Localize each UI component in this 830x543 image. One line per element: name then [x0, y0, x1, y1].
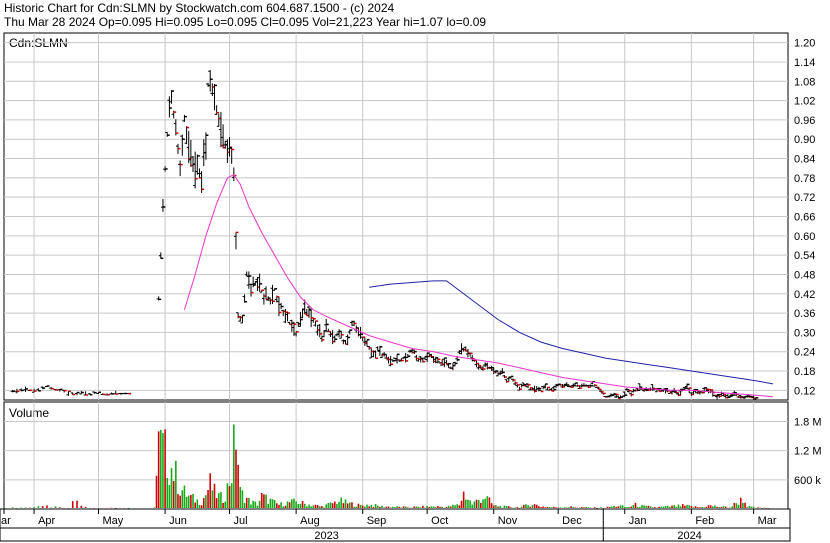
price-tick-label: 0.42 [794, 289, 815, 301]
x-axis-month-label: Apr [38, 515, 55, 527]
price-tick-label: 0.48 [794, 269, 815, 281]
price-tick-label: 0.12 [794, 385, 815, 397]
price-tick-label: 0.96 [794, 115, 815, 127]
price-tick-label: 0.66 [794, 212, 815, 224]
volume-tick-label: 600 k [794, 475, 821, 487]
x-axis-month-label: Feb [695, 515, 714, 527]
x-axis-month-label: Jan [629, 515, 647, 527]
price-y-axis: 1.20 1.14 1.08 1.02 0.96 0.90 0.84 0.78 0.72 0.66… [794, 38, 815, 398]
price-tick-label: 0.84 [794, 154, 815, 166]
price-tick-label: 1.14 [794, 57, 815, 69]
price-tick-label: 0.36 [794, 308, 815, 320]
price-tick-label: 0.30 [794, 327, 815, 339]
x-axis-month-label: Dec [562, 515, 582, 527]
volume-y-axis: 1.8 M 1.2 M 600 k [794, 416, 822, 486]
x-axis-month-label: ar [1, 515, 11, 527]
price-tick-label: 0.18 [794, 366, 815, 378]
x-axis-month-label: Nov [498, 515, 518, 527]
x-axis-month-label: Oct [431, 515, 448, 527]
x-axis-month-label: Aug [300, 515, 320, 527]
volume-tick-label: 1.2 M [794, 446, 822, 458]
price-tick-label: 1.08 [794, 76, 815, 88]
x-axis-month-label: May [103, 515, 124, 527]
price-tick-label: 0.60 [794, 231, 815, 243]
year-label: 2024 [677, 530, 701, 542]
x-axis-month-label: Sep [367, 515, 387, 527]
x-axis-month-label: Mar [758, 515, 777, 527]
x-axis-month-label: Jul [234, 515, 248, 527]
price-tick-label: 1.02 [794, 96, 815, 108]
year-label: 2023 [314, 530, 338, 542]
price-tick-label: 0.90 [794, 134, 815, 146]
stock-chart: Cdn:SLMN 1.201.141.081.020.960.900.840.7… [0, 32, 822, 542]
price-tick-label: 1.20 [794, 38, 815, 50]
price-tick-label: 0.78 [794, 173, 815, 185]
price-tick-label: 0.72 [794, 192, 815, 204]
volume-panel-title: Volume [9, 406, 49, 420]
volume-tick-label: 1.8 M [794, 416, 822, 428]
volume-panel [3, 401, 789, 510]
price-tick-label: 0.24 [794, 347, 815, 359]
price-tick-label: 0.54 [794, 250, 815, 262]
x-axis-month-label: Jun [169, 515, 187, 527]
